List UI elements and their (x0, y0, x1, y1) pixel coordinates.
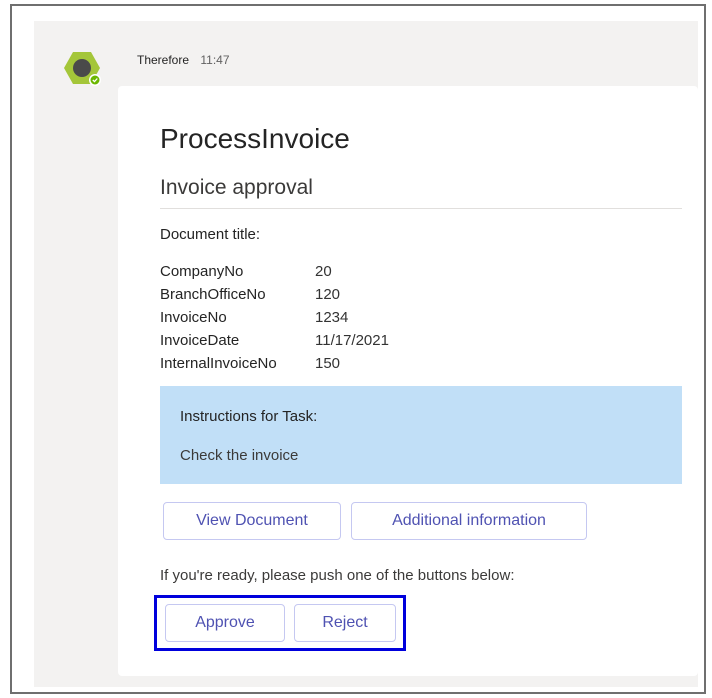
field-value: 11/17/2021 (315, 332, 389, 349)
field-name: InternalInvoiceNo (160, 355, 277, 372)
field-row: CompanyNo 20 (160, 260, 389, 283)
hexagon-avatar-icon (64, 52, 101, 86)
field-list: CompanyNo 20 BranchOfficeNo 120 InvoiceN… (160, 260, 389, 375)
field-name: InvoiceDate (160, 332, 240, 349)
document-title-label: Document title: (160, 226, 261, 243)
additional-information-button[interactable]: Additional information (351, 502, 587, 540)
divider (160, 208, 682, 209)
bot-avatar[interactable] (62, 48, 102, 88)
card-subtitle: Invoice approval (160, 176, 313, 199)
field-row: InvoiceDate 11/17/2021 (160, 329, 389, 352)
field-value: 150 (315, 355, 341, 372)
field-value: 1234 (315, 309, 349, 326)
instructions-text: Check the invoice (180, 447, 299, 464)
sender-name: Therefore (137, 53, 190, 67)
adaptive-card: ProcessInvoice Invoice approval Document… (118, 86, 698, 676)
approve-button[interactable]: Approve (165, 604, 285, 642)
action-prompt: If you're ready, please push one of the … (160, 567, 515, 584)
instructions-title: Instructions for Task: (180, 408, 318, 425)
available-status-icon (89, 74, 101, 86)
field-value: 20 (315, 263, 332, 280)
field-value: 120 (315, 286, 341, 303)
field-name: InvoiceNo (160, 309, 227, 326)
field-name: CompanyNo (160, 263, 244, 280)
instructions-panel: Instructions for Task: Check the invoice (160, 386, 682, 484)
field-row: InternalInvoiceNo 150 (160, 352, 389, 375)
field-row: InvoiceNo 1234 (160, 306, 389, 329)
chat-area: Therefore 11:47 ProcessInvoice Invoice a… (34, 21, 698, 687)
reject-button[interactable]: Reject (294, 604, 396, 642)
message-header: Therefore 11:47 (137, 53, 230, 67)
field-name: BranchOfficeNo (160, 286, 266, 303)
screenshot-frame: Therefore 11:47 ProcessInvoice Invoice a… (10, 4, 706, 694)
view-document-button[interactable]: View Document (163, 502, 341, 540)
message-timestamp: 11:47 (200, 53, 230, 67)
card-title: ProcessInvoice (160, 123, 350, 154)
field-row: BranchOfficeNo 120 (160, 283, 389, 306)
